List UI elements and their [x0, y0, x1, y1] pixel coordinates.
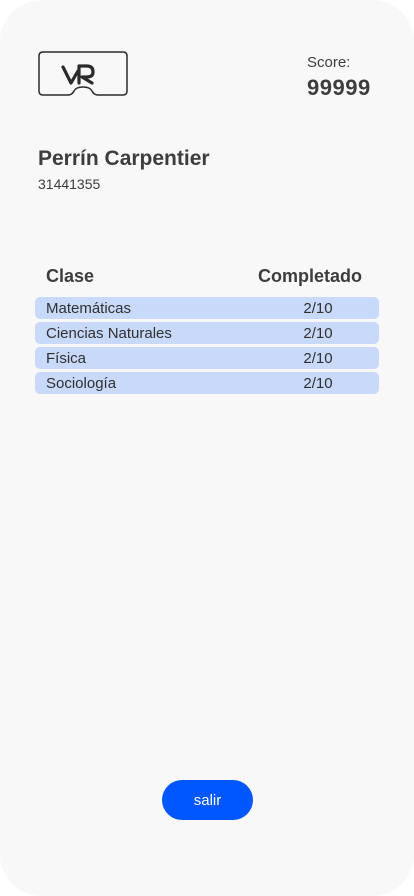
column-header-completado: Completado	[258, 266, 363, 286]
score-label: Score:	[307, 54, 351, 71]
class-row[interactable]: Matemáticas 2/10	[35, 297, 379, 319]
class-progress: 2/10	[303, 350, 333, 367]
class-row[interactable]: Ciencias Naturales 2/10	[35, 322, 379, 344]
score-value: 99999	[307, 75, 371, 100]
user-id: 31441355	[38, 176, 101, 192]
class-name: Matemáticas	[46, 300, 132, 317]
class-progress: 2/10	[303, 325, 333, 342]
class-name: Ciencias Naturales	[46, 325, 172, 342]
class-name: Física	[46, 350, 87, 367]
class-row[interactable]: Sociología 2/10	[35, 372, 379, 394]
class-row[interactable]: Física 2/10	[35, 347, 379, 369]
vr-headset-logo-icon	[38, 51, 128, 96]
class-progress: 2/10	[303, 375, 333, 392]
column-header-clase: Clase	[46, 266, 95, 286]
user-name: Perrín Carpentier	[38, 147, 210, 170]
class-name: Sociología	[46, 375, 117, 392]
class-progress: 2/10	[303, 300, 333, 317]
class-list: Matemáticas 2/10 Ciencias Naturales 2/10…	[35, 297, 379, 397]
app-screen: Score: 99999 Perrín Carpentier 31441355 …	[0, 0, 414, 896]
exit-button[interactable]: salir	[162, 780, 253, 820]
